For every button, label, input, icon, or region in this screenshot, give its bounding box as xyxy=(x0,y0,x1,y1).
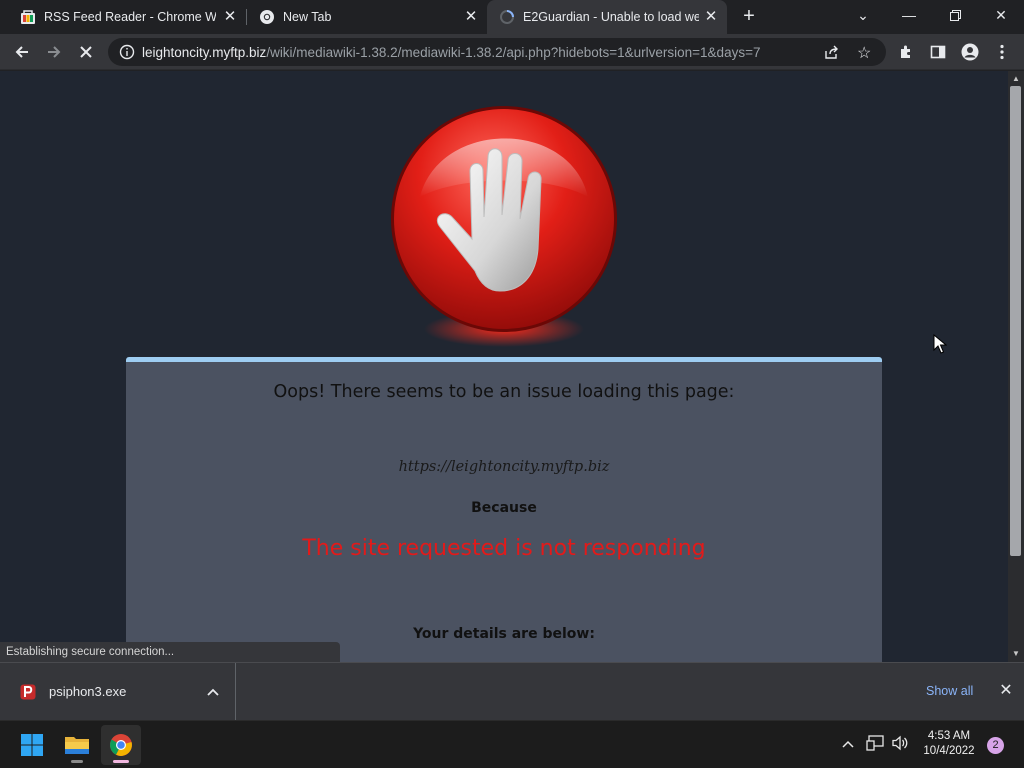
tab-search-icon[interactable]: ⌄ xyxy=(840,0,886,30)
status-bubble: Establishing secure connection... xyxy=(0,642,340,663)
scrollbar-thumb[interactable] xyxy=(1010,86,1021,556)
bookmark-star-icon[interactable]: ☆ xyxy=(857,43,871,63)
error-heading: Oops! There seems to be an issue loading… xyxy=(273,382,735,402)
psiphon-file-icon xyxy=(20,684,36,700)
error-reason: The site requested is not responding xyxy=(302,536,706,561)
running-indicator xyxy=(71,760,83,763)
show-all-downloads-link[interactable]: Show all xyxy=(926,684,973,698)
back-icon[interactable] xyxy=(10,40,34,64)
details-label: Your details are below: xyxy=(413,626,595,642)
browser-toolbar: leightoncity.myftp.biz/wiki/mediawiki-1.… xyxy=(0,34,1024,70)
mouse-cursor-icon xyxy=(933,334,947,354)
volume-icon[interactable] xyxy=(891,735,909,753)
windows-start-icon[interactable] xyxy=(12,725,52,765)
site-info-icon[interactable] xyxy=(119,44,135,65)
tab-new-tab[interactable]: New Tab ✕ xyxy=(247,0,487,34)
taskbar-clock[interactable]: 4:53 AM 10/4/2022 xyxy=(915,729,983,759)
menu-kebab-icon[interactable] xyxy=(990,40,1014,64)
error-panel: Oops! There seems to be an issue loading… xyxy=(126,357,882,662)
tab-title: RSS Feed Reader - Chrome Web xyxy=(44,10,216,24)
minimize-button[interactable]: — xyxy=(886,0,932,30)
close-tab-icon[interactable]: ✕ xyxy=(703,9,719,25)
close-download-shelf-icon[interactable]: ✕ xyxy=(996,681,1016,701)
chevron-up-icon[interactable] xyxy=(204,683,222,701)
stop-hand-icon xyxy=(391,106,617,347)
download-file-name: psiphon3.exe xyxy=(49,684,127,699)
chrome-web-store-icon xyxy=(20,9,36,25)
tab-e2guardian[interactable]: E2Guardian - Unable to load web ✕ xyxy=(487,0,727,34)
page-content: Oops! There seems to be an issue loading… xyxy=(0,71,1008,662)
tab-title: New Tab xyxy=(283,10,332,24)
url-text[interactable]: leightoncity.myftp.biz/wiki/mediawiki-1.… xyxy=(142,45,760,60)
close-tab-icon[interactable]: ✕ xyxy=(463,9,479,25)
close-tab-icon[interactable]: ✕ xyxy=(222,9,238,25)
clock-date: 10/4/2022 xyxy=(923,745,975,757)
chrome-taskbar-icon[interactable] xyxy=(101,725,141,765)
side-panel-icon[interactable] xyxy=(926,40,950,64)
new-tab-button[interactable]: + xyxy=(737,5,761,29)
scroll-up-arrow-icon[interactable]: ▲ xyxy=(1008,72,1024,86)
notification-badge[interactable]: 2 xyxy=(987,737,1004,754)
screen: RSS Feed Reader - Chrome Web ✕ New Tab ✕… xyxy=(0,0,1024,768)
chrome-icon xyxy=(259,9,275,25)
profile-avatar-icon[interactable] xyxy=(958,40,982,64)
stop-loading-icon[interactable] xyxy=(74,40,98,64)
extensions-icon[interactable] xyxy=(894,40,918,64)
tab-rss-feed-reader[interactable]: RSS Feed Reader - Chrome Web ✕ xyxy=(0,0,246,34)
download-shelf: psiphon3.exe Show all ✕ xyxy=(0,662,1024,721)
download-item[interactable]: psiphon3.exe xyxy=(0,663,236,721)
url-path: /wiki/mediawiki-1.38.2/mediawiki-1.38.2/… xyxy=(266,45,761,60)
network-icon[interactable] xyxy=(866,735,884,753)
forward-icon[interactable] xyxy=(42,40,66,64)
blocked-url: https://leightoncity.myftp.biz xyxy=(398,459,610,475)
clock-time: 4:53 AM xyxy=(927,730,971,742)
file-explorer-icon[interactable] xyxy=(57,725,97,765)
scroll-down-arrow-icon[interactable]: ▼ xyxy=(1008,647,1024,661)
restore-button[interactable] xyxy=(932,0,978,30)
share-icon[interactable] xyxy=(824,44,840,65)
address-bar[interactable]: leightoncity.myftp.biz/wiki/mediawiki-1.… xyxy=(108,38,886,66)
tab-title: E2Guardian - Unable to load web xyxy=(523,10,699,24)
windows-taskbar: 4:53 AM 10/4/2022 2 xyxy=(0,720,1024,768)
close-window-button[interactable]: ✕ xyxy=(978,0,1024,30)
because-label: Because xyxy=(471,500,537,516)
active-indicator xyxy=(113,760,129,763)
tab-strip: RSS Feed Reader - Chrome Web ✕ New Tab ✕… xyxy=(0,0,1024,34)
loading-spinner-icon xyxy=(499,9,515,25)
url-domain: leightoncity.myftp.biz xyxy=(142,45,267,60)
tray-overflow-chevron-icon[interactable] xyxy=(839,735,857,753)
